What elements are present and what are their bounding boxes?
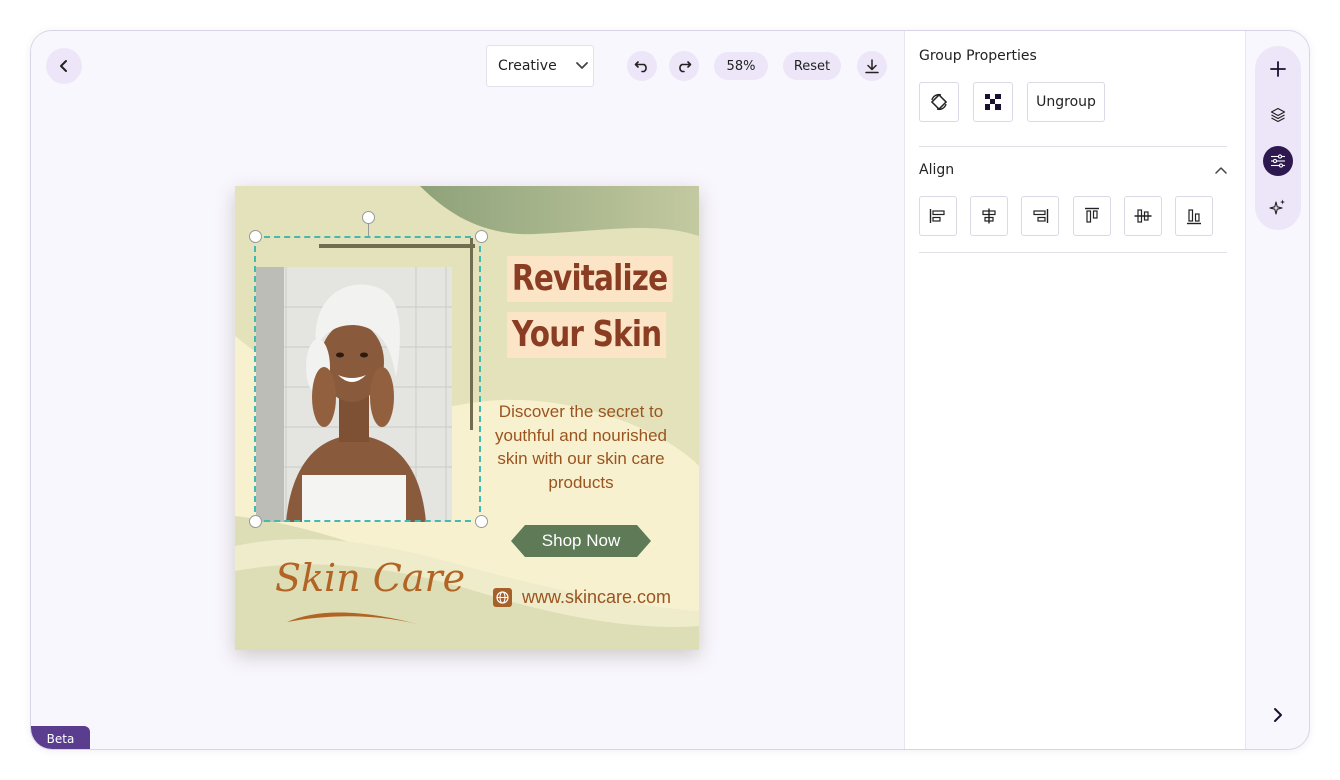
plus-icon bbox=[1270, 61, 1286, 77]
chevron-left-icon bbox=[60, 60, 67, 72]
collapse-panel-button[interactable] bbox=[1266, 703, 1290, 727]
website-text: www.skincare.com bbox=[522, 587, 672, 607]
resize-handle-top-right[interactable] bbox=[475, 230, 488, 243]
align-center-vertical-icon bbox=[1134, 209, 1152, 223]
checkerboard-icon bbox=[985, 94, 1001, 110]
download-icon bbox=[865, 58, 879, 73]
ai-magic-button[interactable] bbox=[1263, 192, 1293, 222]
headline-line-1[interactable]: Revitalize bbox=[507, 256, 673, 302]
zoom-level[interactable]: 58% bbox=[714, 52, 768, 80]
globe-icon bbox=[493, 588, 512, 607]
rotate-handle[interactable] bbox=[362, 211, 375, 224]
panel-title: Group Properties bbox=[919, 48, 1037, 64]
ungroup-button[interactable]: Ungroup bbox=[1027, 82, 1105, 122]
website-line[interactable]: www.skincare.com bbox=[493, 587, 671, 608]
section-divider-bottom bbox=[919, 252, 1227, 253]
align-center-horizontal-icon bbox=[982, 208, 996, 224]
design-artboard[interactable]: Revitalize Your Skin Discover the secret… bbox=[235, 186, 699, 650]
layers-icon bbox=[1270, 107, 1286, 123]
sliders-icon bbox=[1271, 154, 1285, 168]
resize-handle-top-left[interactable] bbox=[249, 230, 262, 243]
align-title: Align bbox=[919, 162, 955, 178]
headline-line-2[interactable]: Your Skin bbox=[507, 312, 667, 358]
reset-button[interactable]: Reset bbox=[783, 52, 841, 80]
align-left-icon bbox=[929, 209, 945, 223]
shop-now-button[interactable]: Shop Now bbox=[511, 525, 651, 557]
align-right-button[interactable] bbox=[1021, 196, 1059, 236]
brand-name[interactable]: Skin Care bbox=[275, 556, 465, 600]
align-bottom-icon bbox=[1187, 209, 1201, 225]
properties-panel: Group Properties Ungroup Align bbox=[904, 31, 1246, 749]
align-section-header[interactable]: Align bbox=[919, 162, 1227, 178]
chevron-right-icon bbox=[1274, 708, 1282, 722]
redo-icon bbox=[679, 61, 692, 73]
sparkles-icon bbox=[1269, 199, 1285, 215]
transparency-button[interactable] bbox=[973, 82, 1013, 122]
redo-button[interactable] bbox=[669, 51, 699, 81]
back-button[interactable] bbox=[46, 48, 82, 84]
align-top-button[interactable] bbox=[1073, 196, 1111, 236]
chevron-down-icon bbox=[575, 62, 588, 69]
align-top-icon bbox=[1085, 207, 1099, 223]
chevron-up-icon[interactable] bbox=[1215, 166, 1227, 174]
beta-badge: Beta bbox=[31, 726, 90, 749]
app-window: Creative 58% Reset Revitalize Your Skin … bbox=[30, 30, 1310, 750]
brand-underline-swash bbox=[287, 612, 417, 624]
align-right-icon bbox=[1033, 209, 1049, 223]
rotate-icon bbox=[930, 93, 948, 111]
add-element-button[interactable] bbox=[1263, 54, 1293, 84]
align-bottom-button[interactable] bbox=[1175, 196, 1213, 236]
section-divider bbox=[919, 146, 1227, 147]
align-center-v-button[interactable] bbox=[1124, 196, 1162, 236]
undo-icon bbox=[634, 61, 647, 73]
align-left-button[interactable] bbox=[919, 196, 957, 236]
selection-box[interactable] bbox=[254, 236, 481, 522]
download-button[interactable] bbox=[857, 51, 887, 81]
undo-button[interactable] bbox=[627, 51, 657, 81]
layers-button[interactable] bbox=[1263, 100, 1293, 130]
description-text[interactable]: Discover the secret to youthful and nour… bbox=[483, 400, 679, 494]
resize-handle-bottom-left[interactable] bbox=[249, 515, 262, 528]
tool-rail bbox=[1255, 46, 1301, 230]
mode-select[interactable]: Creative bbox=[486, 45, 594, 87]
mode-select-value: Creative bbox=[498, 58, 557, 74]
rotate-button[interactable] bbox=[919, 82, 959, 122]
rotate-handle-stem bbox=[368, 224, 369, 236]
align-center-h-button[interactable] bbox=[970, 196, 1008, 236]
properties-button[interactable] bbox=[1263, 146, 1293, 176]
canvas-area: Creative 58% Reset Revitalize Your Skin … bbox=[31, 31, 904, 749]
resize-handle-bottom-right[interactable] bbox=[475, 515, 488, 528]
